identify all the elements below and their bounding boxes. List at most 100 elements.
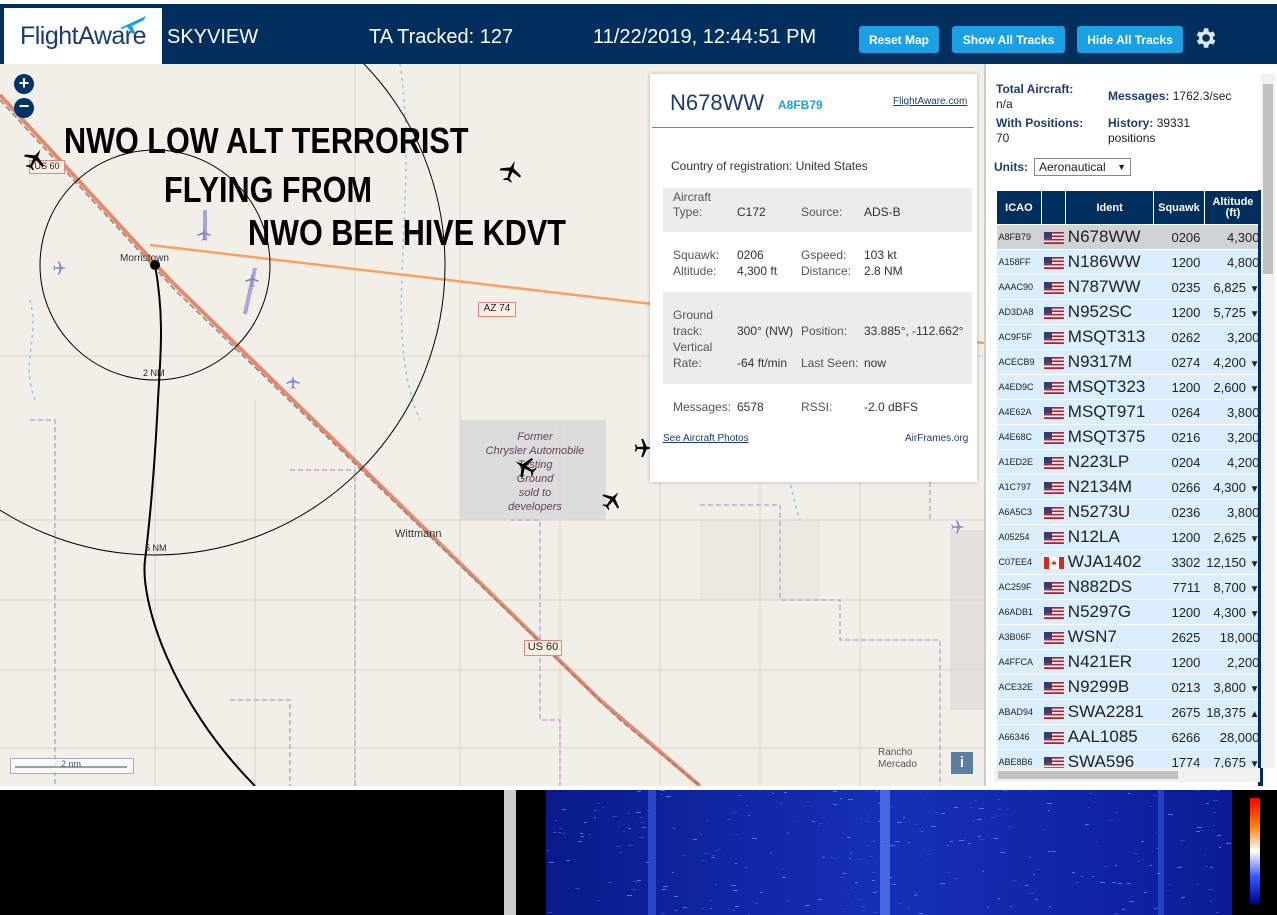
table-row[interactable]: C07EE4 WJA1402 3302 12,150 ▼ [996,549,1262,575]
small-aircraft-icon[interactable] [52,260,68,276]
cell-icao: A1ED2E [996,449,1042,475]
table-row[interactable]: ACECB9 N9317M 0274 4,200 ▼ [996,349,1262,375]
table-row[interactable]: AC9F5F MSQT313 0262 3,200 [996,324,1262,350]
cell-ident: N952SC [1065,299,1154,325]
rssi-value: -2.0 dBFS [864,400,919,414]
place-mercado: Mercado [878,759,917,770]
units-select[interactable]: Aeronautical ▼ [1034,158,1131,176]
history-value: 39331 [1156,116,1191,130]
panel-vertical-scrollbar[interactable] [1261,74,1275,768]
cell-flag [1041,274,1066,300]
cell-ident: AAL1085 [1065,724,1154,750]
small-aircraft-icon[interactable] [196,226,212,242]
us-flag-icon [1043,356,1064,369]
table-row[interactable]: ACE32E N9299B 0213 3,800 ▼ [996,674,1262,700]
flightaware-link[interactable]: FlightAware.com [893,96,967,107]
cell-icao: A3B06F [996,624,1042,650]
cell-ident: MSQT313 [1065,324,1154,350]
reset-map-button[interactable]: Reset Map [859,26,939,53]
aircraft-track [143,264,256,786]
table-row[interactable]: A05254 N12LA 1200 2,625 ▼ [996,524,1262,550]
cell-icao: ABAD94 [996,699,1042,725]
place-wittmann: Wittmann [395,528,442,540]
country-value: United States [795,159,868,173]
us-flag-icon [1043,281,1064,294]
table-row[interactable]: A66346 AAL1085 6266 28,000 [996,724,1262,750]
show-all-tracks-button[interactable]: Show All Tracks [952,26,1065,53]
cell-icao: A4E68C [996,424,1042,450]
aircraft-photos-link[interactable]: See Aircraft Photos [663,433,749,444]
aircraft-icon[interactable] [22,146,48,172]
table-row[interactable]: A6A5C3 N5273U 0236 3,800 [996,499,1262,525]
urban-area-east [950,530,984,710]
table-row[interactable]: AD3DA8 N952SC 1200 5,725 ▼ [996,299,1262,325]
cell-flag [1041,499,1066,525]
aircraft-icon[interactable] [498,158,524,184]
small-aircraft-icon[interactable] [244,272,260,288]
cell-flag [1041,449,1066,475]
table-row[interactable]: AAAC90 N787WW 0235 6,825 ▼ [996,274,1262,300]
canada-flag-icon [1043,556,1064,569]
cell-squawk: 1200 [1153,599,1205,625]
cell-altitude: 4,300 ▼ [1204,599,1262,625]
airframes-link[interactable]: AirFrames.org [905,433,968,444]
track-value: 300° (NW) [737,324,794,338]
us-flag-icon [1043,231,1064,244]
table-row[interactable]: A4FFCA N421ER 1200 2,200 [996,649,1262,675]
cell-icao: A66346 [996,724,1042,750]
cell-icao: A1C797 [996,474,1042,500]
col-ident[interactable]: Ident [1065,190,1154,225]
spectrum-divider[interactable] [504,790,516,915]
cell-squawk: 1200 [1153,374,1205,400]
plane-logo-icon [120,16,146,34]
table-row[interactable]: A158FF N186WW 1200 4,800 [996,249,1262,275]
place-rancho: Rancho [878,747,913,758]
gear-icon[interactable] [1192,25,1218,51]
us-flag-icon [1043,531,1064,544]
aircraft-icon-selected[interactable] [512,454,538,480]
cell-altitude: 2,600 ▼ [1204,374,1262,400]
us60-shield-lower: US 60 [524,640,562,656]
cell-icao: A4E62A [996,399,1042,425]
col-altitude[interactable]: Altitude (ft) [1203,190,1263,225]
aircraft-icon[interactable] [600,488,624,512]
panel-horizontal-scrollbar[interactable] [994,768,1260,782]
small-aircraft-icon[interactable] [285,374,301,390]
col-squawk[interactable]: Squawk [1152,190,1205,225]
cell-squawk: 3302 [1153,549,1205,575]
cell-ident: N5297G [1065,599,1154,625]
zoom-out-button[interactable]: − [14,97,34,118]
table-row[interactable]: A3B06F WSN7 2625 18,000 [996,624,1262,650]
place-morristown: Morristown [120,253,169,264]
small-aircraft-icon[interactable] [950,519,966,535]
cell-ident: N678WW [1065,224,1154,250]
table-row[interactable]: AC259F N882DS 7711 8,700 ▼ [996,574,1262,600]
col-icao[interactable]: ICAO [996,190,1042,225]
table-row[interactable]: A1C797 N2134M 0266 4,300 ▼ [996,474,1262,500]
table-row[interactable]: ABAD94 SWA2281 2675 18,375 ▲ [996,699,1262,725]
us-flag-icon [1043,581,1064,594]
flightaware-logo[interactable]: FlightAware [4,8,162,64]
cell-ident: WJA1402 [1065,549,1154,575]
cell-icao: AC259F [996,574,1042,600]
cell-icao: AD3DA8 [996,299,1042,325]
us-flag-icon [1043,656,1064,669]
cell-flag [1041,549,1066,575]
info-button[interactable]: i [951,752,973,774]
messages-rate: 1762.3/sec [1172,89,1232,103]
cell-flag [1041,424,1066,450]
us-flag-icon [1043,456,1064,469]
app-title: SKYVIEW [167,26,259,48]
cell-ident: N2134M [1065,474,1154,500]
table-row[interactable]: A4E62A MSQT971 0264 3,800 [996,399,1262,425]
popup-callsign: N678WW [670,90,765,115]
hide-all-tracks-button[interactable]: Hide All Tracks [1077,26,1183,53]
table-row[interactable]: A6ADB1 N5297G 1200 4,300 ▼ [996,599,1262,625]
scale-bar: 2 nm [10,758,134,774]
zoom-in-button[interactable]: + [14,74,34,94]
table-row[interactable]: A4E68C MSQT375 0216 3,200 [996,424,1262,450]
table-row[interactable]: A1ED2E N223LP 0204 4,200 [996,449,1262,475]
table-row[interactable]: A4ED9C MSQT323 1200 2,600 ▼ [996,374,1262,400]
cell-squawk: 0236 [1153,499,1205,525]
table-row[interactable]: A8FB79 N678WW 0206 4,300 [996,224,1262,250]
